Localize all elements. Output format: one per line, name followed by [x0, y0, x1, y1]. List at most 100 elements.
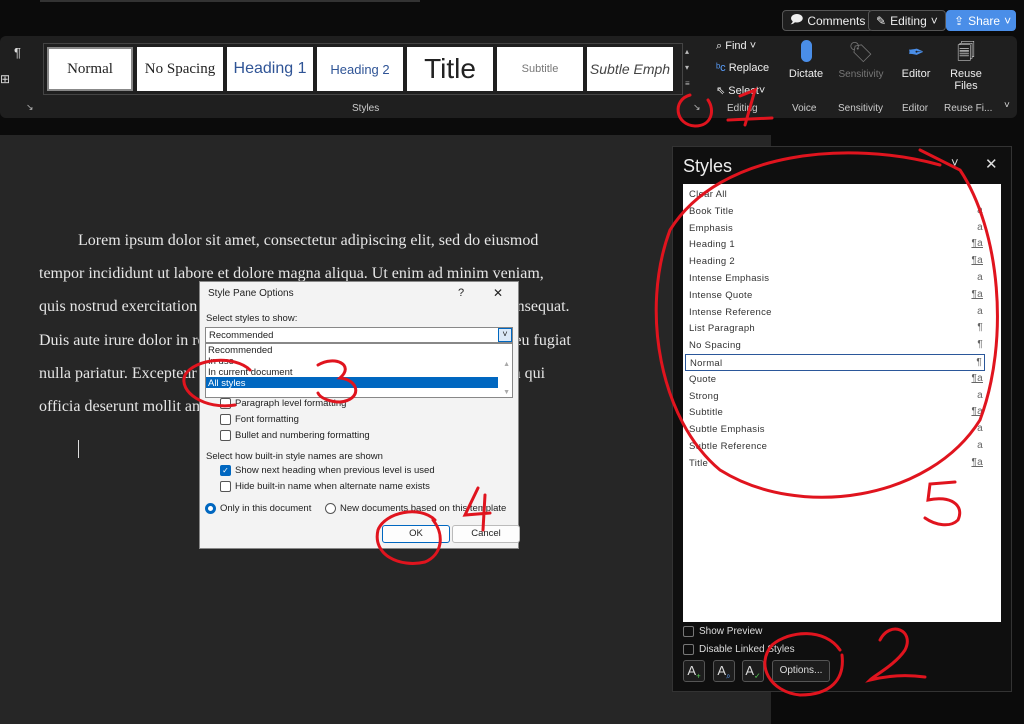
style-inspector-icon: A⌕ — [717, 663, 731, 681]
styles-to-show-select[interactable]: Recommended ˅ — [205, 327, 513, 343]
check-icon: ✓ — [220, 465, 231, 476]
styles-pane-title: Styles — [683, 156, 733, 176]
gallery-style-heading-1[interactable]: Heading 1 — [227, 47, 313, 91]
dictate-button[interactable]: Dictate — [788, 40, 824, 80]
show-next-heading-checkbox[interactable]: ✓ Show next heading when previous level i… — [220, 465, 435, 476]
editing-mode-button[interactable]: ✎ Editing ˅ — [868, 10, 946, 31]
gallery-style-title[interactable]: Title — [407, 47, 493, 91]
new-style-button[interactable]: A+ — [683, 660, 705, 682]
style-type-icon: ¶ — [977, 339, 983, 351]
gallery-style-no-spacing[interactable]: No Spacing — [137, 47, 223, 91]
style-type-icon: ¶a — [971, 372, 983, 384]
style-type-icon: a — [977, 440, 983, 451]
dialog-title: Style Pane Options — [208, 288, 294, 299]
replace-button[interactable]: ᵇc Replace — [716, 62, 769, 74]
style-type-icon: ¶a — [971, 255, 983, 267]
names-shown-label: Select how built-in style names are show… — [206, 451, 383, 462]
style-list-item[interactable]: Subtle Emphasis a — [685, 421, 985, 438]
new-documents-template-radio[interactable]: New documents based on this template — [325, 503, 506, 514]
reuse-files-button[interactable]: 🗐 Reuse Files — [946, 40, 986, 92]
style-type-icon: a — [977, 305, 983, 317]
style-pane-options-dialog: Style Pane Options ? ✕ Select styles to … — [199, 281, 520, 549]
style-list-item[interactable]: Subtitle ¶a — [685, 404, 985, 421]
option-in-current-document[interactable]: In current document — [206, 366, 512, 378]
dropdown-scrollbar[interactable]: ▲ — [503, 346, 510, 384]
replace-icon: ᵇc — [716, 62, 726, 74]
manage-styles-button[interactable]: A✓ — [742, 660, 764, 682]
pencil-icon: ✎ — [876, 13, 887, 28]
style-list-item[interactable]: Title ¶a — [685, 455, 985, 472]
cancel-button[interactable]: Cancel — [452, 525, 520, 543]
close-icon[interactable]: ✕ — [985, 155, 998, 173]
style-list-item[interactable]: No Spacing ¶ — [685, 337, 985, 354]
style-type-icon: ¶a — [971, 238, 983, 250]
chevron-down-icon: ˅ — [498, 328, 512, 342]
styles-to-show-dropdown-list: Recommended In use In current document A… — [205, 343, 513, 398]
paragraph-dialog-launcher-icon[interactable]: ↘ — [26, 102, 34, 113]
style-type-icon: ¶a — [971, 456, 983, 468]
pane-options-chevron-icon[interactable]: ˅ — [951, 155, 959, 170]
style-list-item[interactable]: Subtle Reference a — [685, 438, 985, 455]
reuse-files-icon: 🗐 — [957, 42, 975, 62]
style-list-item[interactable]: Book Title a — [685, 203, 985, 220]
style-list-item[interactable]: Intense Quote ¶a — [685, 287, 985, 304]
gallery-scroll-buttons[interactable]: ▴ ▾ ≡ — [685, 44, 695, 94]
scroll-down-arrow: ▼ — [503, 389, 510, 396]
option-recommended[interactable]: Recommended — [206, 344, 512, 356]
help-button[interactable]: ? — [458, 287, 464, 299]
disable-linked-styles-checkbox[interactable]: Disable Linked Styles — [683, 644, 795, 655]
paragraph-formatting-checkbox[interactable]: Paragraph level formatting — [220, 398, 346, 409]
text-cursor — [78, 440, 79, 458]
style-list-item[interactable]: Intense Emphasis a — [685, 270, 985, 287]
show-preview-checkbox[interactable]: Show Preview — [683, 626, 762, 637]
only-this-document-radio[interactable]: Only in this document — [205, 503, 311, 514]
select-button[interactable]: ⇖ Select˅ — [716, 84, 765, 97]
ribbon-collapse-icon[interactable]: ˅ — [1004, 100, 1010, 111]
style-list-item[interactable]: List Paragraph ¶ — [685, 320, 985, 337]
style-name: Heading 2 — [689, 256, 736, 268]
hide-builtin-name-checkbox[interactable]: Hide built-in name when alternate name e… — [220, 481, 430, 492]
find-button[interactable]: ⌕ Find ˅ — [716, 40, 756, 53]
style-list-item[interactable]: Intense Reference a — [685, 304, 985, 321]
sensitivity-group-label: Sensitivity — [838, 103, 884, 114]
voice-group-label: Voice — [792, 103, 817, 114]
styles-dialog-launcher-icon[interactable]: ↘ — [693, 102, 701, 113]
style-list-item[interactable]: Heading 2 ¶a — [685, 253, 985, 270]
gallery-style-subtle-emphasis[interactable]: Subtle Emph — [587, 47, 673, 91]
option-all-styles[interactable]: All styles — [206, 377, 498, 389]
gallery-style-heading-2[interactable]: Heading 2 — [317, 47, 403, 91]
style-name: List Paragraph — [689, 323, 755, 335]
editor-button[interactable]: ✒ Editor — [898, 40, 934, 80]
styles-pane: Styles ˅ ✕ Clear All Book Title a Emphasis a… — [672, 146, 1012, 692]
style-list-item[interactable]: Normal ¶ — [685, 354, 985, 371]
style-list-item[interactable]: Quote ¶a — [685, 371, 985, 388]
comments-button[interactable]: 🗩 Comments — [782, 10, 874, 31]
style-type-icon: a — [977, 389, 983, 401]
style-type-icon: a — [977, 423, 983, 435]
style-name: Subtitle — [689, 407, 724, 419]
share-button[interactable]: ⇪ Share ˅ — [946, 10, 1016, 31]
options-button[interactable]: Options... — [772, 660, 830, 682]
comment-icon: 🗩 — [790, 12, 804, 26]
ok-button[interactable]: OK — [382, 525, 450, 543]
style-name: Intense Quote — [689, 289, 753, 301]
style-list-item[interactable]: Clear All — [685, 186, 985, 203]
style-list-item[interactable]: Strong a — [685, 388, 985, 405]
font-formatting-checkbox[interactable]: Font formatting — [220, 414, 299, 425]
style-list-item[interactable]: Heading 1 ¶a — [685, 236, 985, 253]
pilcrow-toggle[interactable]: ¶ — [14, 45, 21, 60]
checkbox-box — [220, 430, 231, 441]
manage-styles-icon: A✓ — [745, 663, 761, 681]
style-type-icon: ¶ — [977, 322, 983, 334]
bullet-numbering-checkbox[interactable]: Bullet and numbering formatting — [220, 430, 370, 441]
gallery-style-subtitle[interactable]: Subtitle — [497, 47, 583, 91]
style-list-item[interactable]: Emphasis a — [685, 220, 985, 237]
option-in-use[interactable]: In use — [206, 355, 512, 367]
styles-group-label: Styles — [352, 103, 380, 114]
gallery-style-normal[interactable]: Normal — [47, 47, 133, 91]
close-icon[interactable]: ✕ — [493, 286, 503, 300]
sensitivity-button[interactable]: 🏷 Sensitivity — [836, 40, 886, 80]
style-type-icon: a — [977, 272, 983, 283]
style-inspector-button[interactable]: A⌕ — [713, 660, 735, 682]
borders-icon[interactable]: ⊞ — [0, 72, 10, 86]
